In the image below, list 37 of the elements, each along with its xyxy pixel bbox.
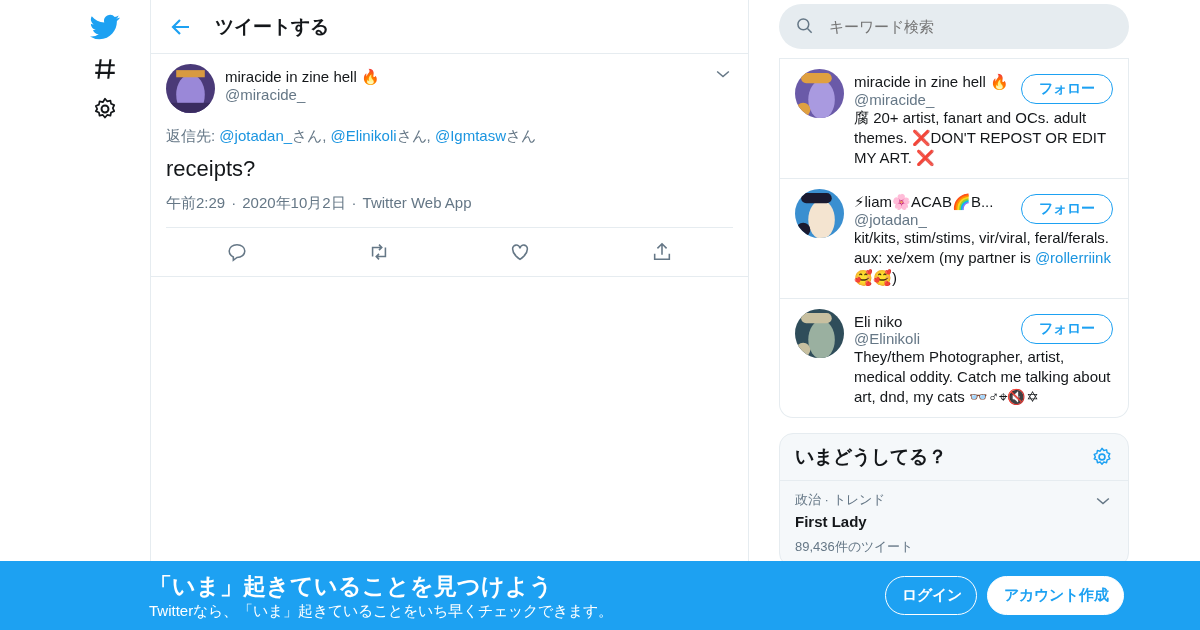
user-bio: 腐 20+ artist, fanart and OCs. adult themes. ❌DON'T REPOST OR EDIT MY ART. ❌ — [854, 108, 1107, 168]
user-bio: They/them Photographer, artist, medical oddity. Catch me talking about art, dnd, my cats 👓♂⌖🔇✡ — [854, 347, 1112, 407]
author-name[interactable]: miracide in zine hell 🔥 — [225, 68, 703, 86]
mention-link[interactable]: @Igmtasw — [434, 127, 506, 144]
trends-title: いまどうしてる？ — [795, 445, 947, 469]
search-icon — [795, 16, 815, 36]
mention-link[interactable]: @jotadan_ — [219, 127, 293, 144]
user-handle[interactable]: @jotadan_ — [854, 211, 1021, 228]
user-handle[interactable]: @miracide_ — [854, 91, 1021, 108]
user-name[interactable]: miracide in zine hell 🔥 — [854, 73, 1021, 91]
follow-button[interactable]: フォロー — [1021, 194, 1113, 224]
search-field[interactable]: キーワード検索 — [779, 4, 1129, 49]
separator-dot: · — [231, 194, 237, 213]
user-name[interactable]: Eli niko — [854, 313, 1021, 330]
signup-button[interactable]: アカウント作成 — [987, 576, 1124, 615]
user-handle[interactable]: @Elinikoli — [854, 330, 1021, 347]
banner-subtitle: Twitterなら、「いま」起きていることをいち早くチェックできます。 — [149, 601, 614, 621]
user-name[interactable]: ⚡liam🌸ACAB🌈B... — [854, 193, 1021, 211]
mention-link[interactable]: @Elinikoli — [330, 127, 397, 144]
bird-logo-icon[interactable] — [90, 12, 120, 42]
trend-name[interactable]: First Lady — [795, 513, 1113, 530]
tweet-meta: Twitter Web App — [362, 194, 472, 213]
follow-button[interactable]: フォロー — [1021, 74, 1113, 104]
separator-dot: · — [351, 194, 357, 213]
follow-button[interactable]: フォロー — [1021, 314, 1113, 344]
tweet-meta: 午前2:29 — [166, 194, 226, 213]
author-handle[interactable]: @miracide_ — [225, 86, 703, 103]
user-bio: kit/kits, stim/stims, vir/viral, feral/ferals. aux: xe/xem (my partner is @rollerriink 🥰🥰) — [854, 228, 1112, 288]
trend-count: 89,436件のツイート — [795, 538, 914, 556]
tweet-text: receipts? — [166, 156, 257, 182]
banner-title: 「いま」起きていることを見つけよう — [149, 571, 554, 601]
mention-link[interactable]: @rollerriink — [1034, 249, 1111, 266]
hashtag-icon[interactable] — [92, 56, 118, 82]
tweet-meta[interactable]: 2020年10月2日 — [242, 194, 346, 213]
page-title: ツイートする — [215, 14, 329, 39]
reply-to-line: 返信先: @jotadan_さん, @Elinikoliさん, @Igmtaswさん — [166, 127, 537, 146]
trend-context: 政治 · トレンド — [795, 491, 885, 509]
